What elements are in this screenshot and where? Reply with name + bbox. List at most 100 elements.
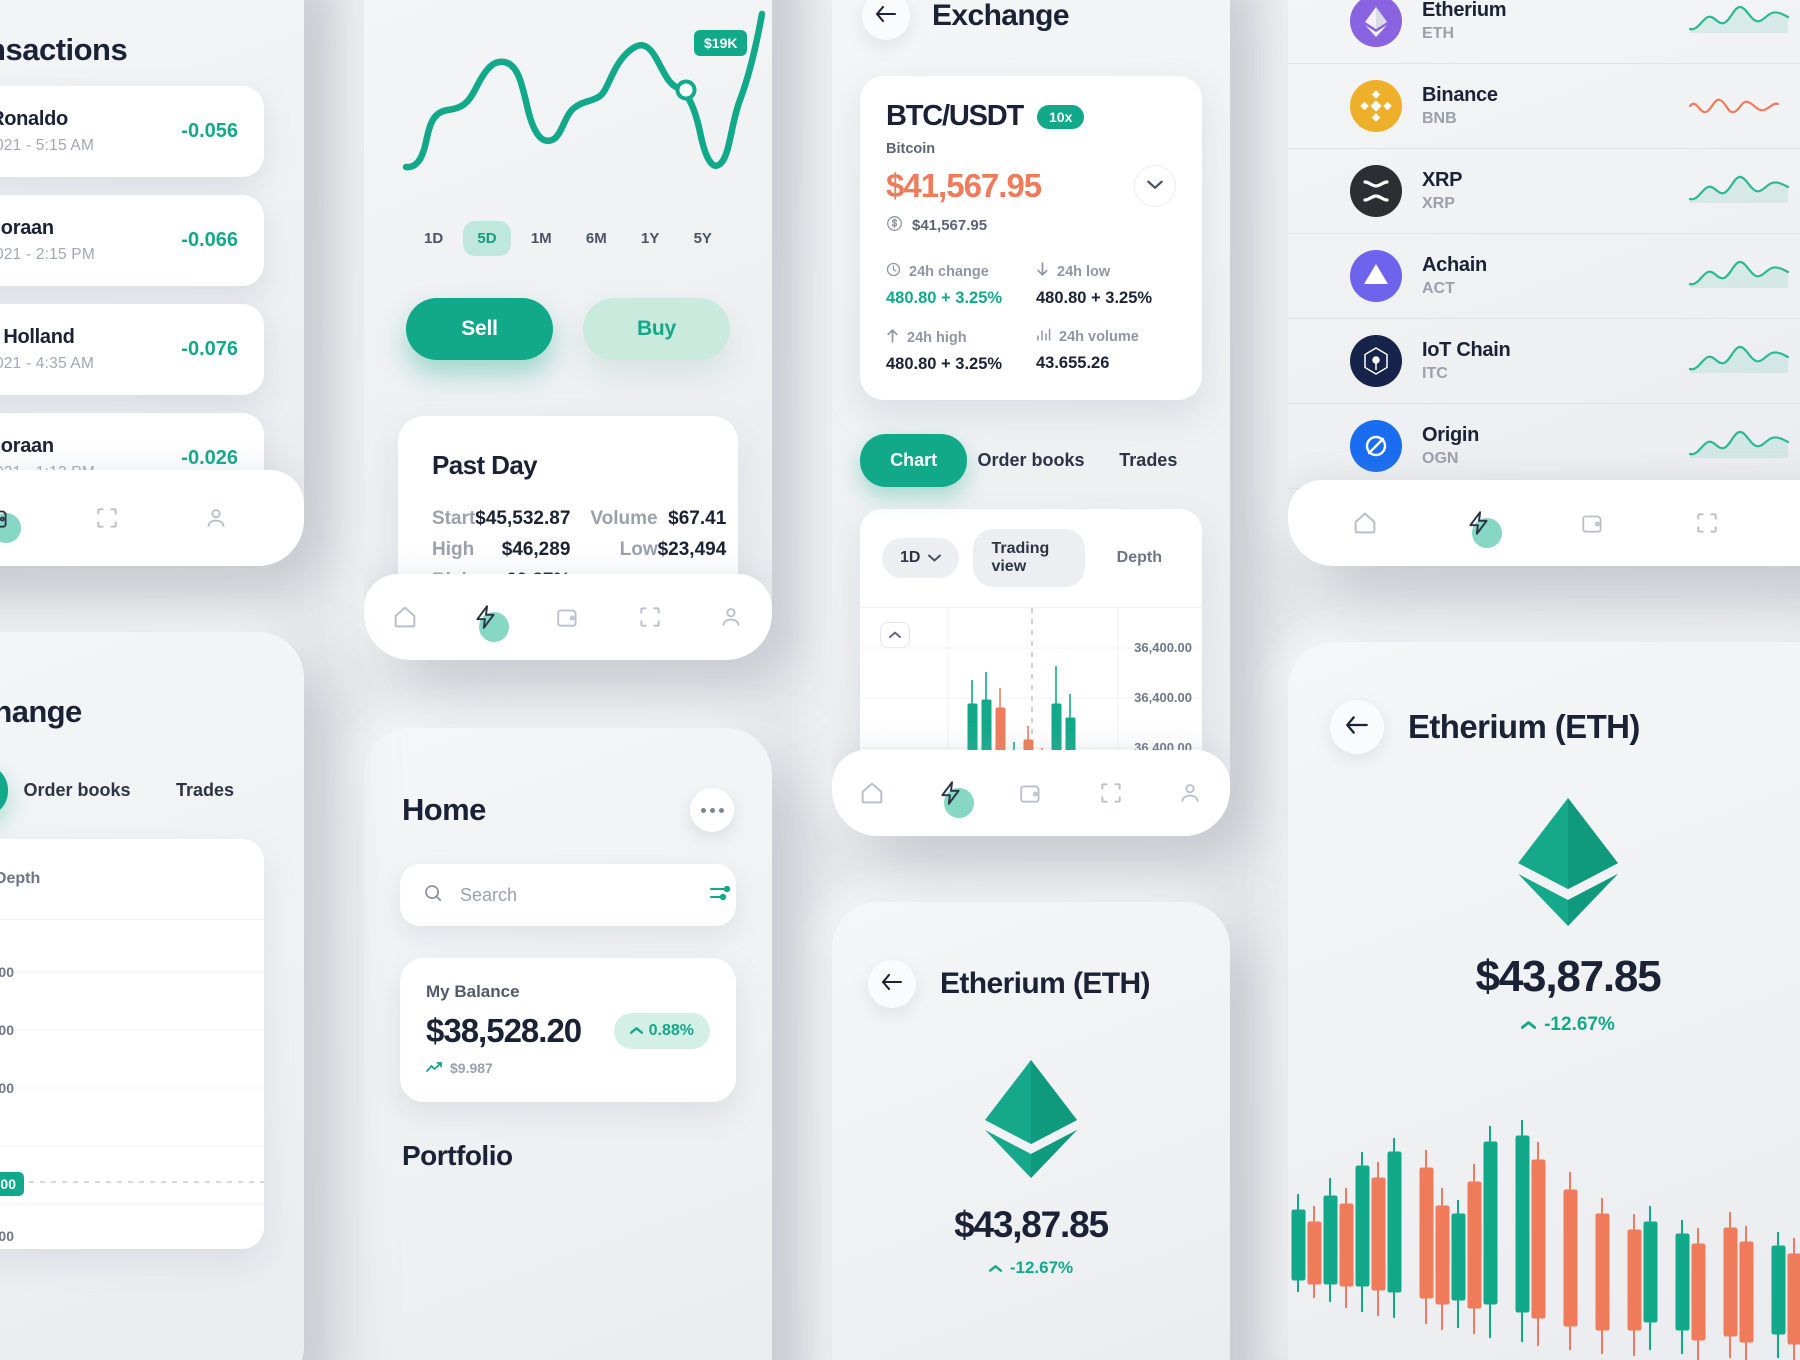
nav-scan-icon[interactable] xyxy=(629,596,671,638)
nav-user-icon[interactable] xyxy=(1169,772,1211,814)
filter-icon[interactable] xyxy=(708,883,732,908)
last-price-badge: 36,400.00 xyxy=(0,1172,24,1196)
coin-icon-act xyxy=(1350,250,1402,302)
coin-icon-eth xyxy=(1350,0,1402,47)
arrow-left-icon xyxy=(874,4,898,29)
coin-symbol: ACT xyxy=(1422,280,1455,297)
bottom-nav[interactable] xyxy=(1288,480,1800,566)
transaction-value: -0.056 xyxy=(181,120,238,142)
bottom-nav[interactable] xyxy=(832,750,1230,836)
coin-symbol: ITC xyxy=(1422,365,1448,382)
nav-home-icon[interactable] xyxy=(851,772,893,814)
tab-chart[interactable]: Chart xyxy=(0,764,8,817)
bottom-nav[interactable] xyxy=(364,574,772,660)
nav-scan-icon[interactable] xyxy=(1090,772,1132,814)
coin-name: Origin xyxy=(1422,424,1480,446)
search-icon xyxy=(422,882,444,909)
page-title: Etherium (ETH) xyxy=(940,967,1151,1000)
candlestick-chart[interactable] xyxy=(1288,1102,1800,1360)
chart-card: Trading view Depth xyxy=(0,839,264,1249)
coin-row[interactable]: Binance BNB xyxy=(1288,64,1800,149)
coin-symbol: XRP xyxy=(1422,195,1455,212)
axis-label: 36,400.00 xyxy=(1134,690,1192,705)
nav-wallet-icon[interactable] xyxy=(1010,772,1052,814)
stat-value-2: $67.41 xyxy=(668,508,727,529)
nav-user-icon[interactable] xyxy=(195,497,237,539)
expand-button[interactable] xyxy=(1134,165,1176,207)
tab-depth[interactable]: Depth xyxy=(0,859,58,899)
back-button[interactable] xyxy=(1330,700,1384,754)
exchange-tabs[interactable]: Chart Order booksTrades xyxy=(0,764,264,817)
range-chip-1m[interactable]: 1M xyxy=(517,221,566,256)
range-chip-1d[interactable]: 1D xyxy=(410,221,457,256)
tab-trades[interactable]: Trades xyxy=(1095,434,1202,487)
coin-icon-itc xyxy=(1350,335,1402,387)
chevron-down-icon xyxy=(1147,177,1163,195)
stat-label-2: Volume xyxy=(590,508,658,529)
range-chip-5y[interactable]: 5Y xyxy=(680,221,726,256)
search-bar[interactable] xyxy=(400,864,736,926)
tab-trading-view[interactable]: Trading view xyxy=(973,529,1085,587)
nav-home-icon[interactable] xyxy=(1344,502,1386,544)
pair-summary-card: BTC/USDT 10x Bitcoin $41,567.95 $41,567.… xyxy=(860,76,1202,400)
coin-sparkline xyxy=(1688,84,1800,129)
coin-name: Achain xyxy=(1422,254,1487,276)
back-button[interactable] xyxy=(868,960,916,1008)
nav-flash-icon[interactable] xyxy=(465,596,510,642)
nav-scan-icon[interactable] xyxy=(1686,502,1728,544)
coin-row[interactable]: IoT Chain ITC xyxy=(1288,319,1800,404)
back-button[interactable] xyxy=(862,0,910,40)
transaction-date: 26 .11 .2021 - 5:15 AM xyxy=(0,137,95,154)
arrow-left-icon xyxy=(1344,714,1370,741)
page-title: Etherium (ETH) xyxy=(1408,708,1640,745)
nav-scan-icon[interactable] xyxy=(86,497,128,539)
nav-wallet-icon[interactable] xyxy=(547,596,589,638)
eth-change: -12.67% xyxy=(832,1258,1230,1278)
bottom-nav[interactable] xyxy=(0,470,304,566)
more-options-button[interactable] xyxy=(690,788,734,832)
stat-value: 480.80 + 3.25% xyxy=(886,289,1003,307)
stat-label: 24h change xyxy=(909,263,989,280)
coin-row[interactable]: XRP XRP xyxy=(1288,149,1800,234)
tab-order-books[interactable]: Order books xyxy=(977,434,1084,487)
search-input[interactable] xyxy=(460,884,692,906)
range-selector[interactable]: 1D 5D 1M 6M 1Y 5Y xyxy=(364,221,772,256)
stat-row: High $46,289 Low $23,494 xyxy=(432,539,726,561)
market-stat: 24h low 480.80 + 3.25% xyxy=(1036,262,1176,308)
nav-flash-icon[interactable] xyxy=(930,772,975,818)
balance-label: My Balance xyxy=(426,982,520,1001)
nav-home-icon[interactable] xyxy=(384,596,426,638)
exchange-tabs[interactable]: ChartOrder booksTrades xyxy=(860,434,1202,487)
transaction-row[interactable]: Avicii Ronaldo 26 .11 .2021 - 5:15 AM -0… xyxy=(0,86,264,177)
pair-price: $41,567.95 xyxy=(886,167,1042,204)
nav-flash-icon[interactable] xyxy=(1458,502,1502,548)
pair-name: BTC/USDT xyxy=(886,100,1024,132)
eth-price: $43,87.85 xyxy=(954,1204,1109,1245)
transaction-name: Avicii Ronaldo xyxy=(0,108,68,130)
transaction-row[interactable]: Netia Horaan 21 .11 .2021 - 2:15 PM -0.0… xyxy=(0,195,264,286)
range-chip-6m[interactable]: 6M xyxy=(572,221,621,256)
transaction-row[interactable]: Segam Holland 19 .11 .2021 - 4:35 AM -0.… xyxy=(0,304,264,395)
coin-row[interactable]: Achain ACT xyxy=(1288,234,1800,319)
eth-logo xyxy=(832,1060,1230,1178)
dot xyxy=(709,807,715,813)
candlestick-chart[interactable]: 36,400.00 36,400.00 36,400.00 36,400.00 … xyxy=(0,919,264,1249)
interval-selector[interactable]: 1D xyxy=(882,538,960,578)
buy-button[interactable]: Buy xyxy=(583,298,730,360)
tab-chart[interactable]: Chart xyxy=(860,434,968,487)
coin-sparkline xyxy=(1688,424,1800,469)
nav-wallet-icon[interactable] xyxy=(1572,502,1614,544)
range-chip-5d[interactable]: 5D xyxy=(463,221,511,256)
tab-trades[interactable]: Trades xyxy=(146,764,264,817)
sell-button[interactable]: Sell xyxy=(406,298,553,360)
balance-change-value: 0.88% xyxy=(648,1022,694,1039)
nav-wallet-icon[interactable] xyxy=(0,497,21,543)
coin-row[interactable]: Origin OGN xyxy=(1288,404,1800,489)
range-chip-1y[interactable]: 1Y xyxy=(627,221,673,256)
tab-depth[interactable]: Depth xyxy=(1099,538,1180,578)
coin-row[interactable]: Etherium ETH xyxy=(1288,0,1800,64)
past-day-title: Past Day xyxy=(432,450,538,480)
stat-value: 480.80 + 3.25% xyxy=(886,355,1003,373)
nav-user-icon[interactable] xyxy=(710,596,752,638)
tab-order-books[interactable]: Order books xyxy=(18,764,136,817)
